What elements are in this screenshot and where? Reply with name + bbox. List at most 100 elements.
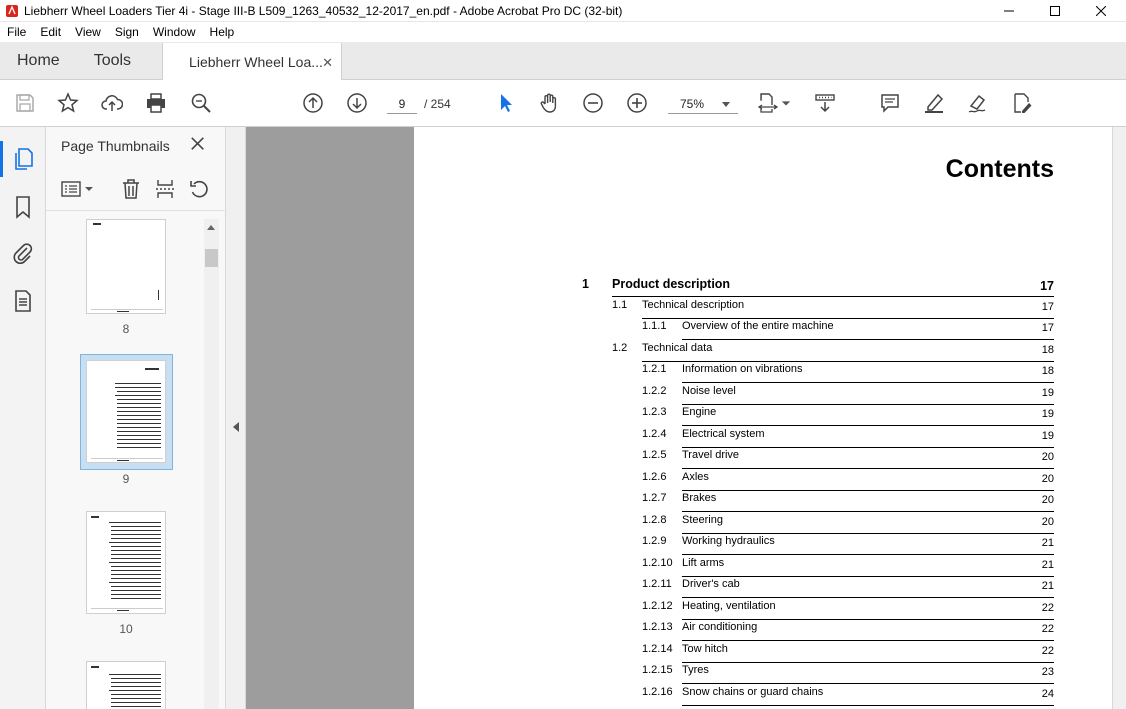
document-properties-toggle[interactable] — [11, 289, 35, 313]
next-page-button[interactable] — [345, 91, 369, 115]
save-button[interactable] — [13, 91, 37, 115]
split-pages-button[interactable] — [154, 178, 176, 200]
toc-entry-rule — [682, 468, 1054, 469]
trash-icon — [123, 179, 139, 199]
close-panel-button[interactable] — [190, 136, 208, 154]
menu-edit[interactable]: Edit — [33, 25, 68, 39]
toc-entry-title: Tyres — [682, 664, 709, 676]
search-zoom-icon — [191, 93, 211, 113]
scrolling-mode-button[interactable] — [813, 91, 837, 115]
delete-pages-button[interactable] — [120, 178, 142, 200]
comment-button[interactable] — [878, 91, 902, 115]
thumbnail-page-10[interactable] — [86, 511, 166, 614]
toc-entry-number: 1.2.7 — [642, 492, 667, 504]
thumbnail-page-8[interactable] — [86, 219, 166, 314]
close-window-button[interactable] — [1078, 0, 1124, 22]
toc-entry[interactable]: 1.2.15 Tyres 23 — [414, 664, 1054, 684]
find-button[interactable] — [189, 91, 213, 115]
zoom-out-button[interactable] — [581, 91, 605, 115]
fill-sign-button[interactable] — [1010, 91, 1034, 115]
minimize-icon — [1004, 10, 1014, 12]
menu-file[interactable]: File — [0, 25, 33, 39]
thumbnail-options-button[interactable] — [60, 178, 94, 200]
toc-entry-number: 1 — [582, 277, 589, 291]
toc-entry[interactable]: 1.2.5 Travel drive 20 — [414, 449, 1054, 469]
bookmarks-toggle[interactable] — [11, 195, 35, 219]
document-lines-icon — [15, 290, 31, 312]
toc-entry[interactable]: 1.2.16 Snow chains or guard chains 24 — [414, 686, 1054, 706]
hand-icon — [540, 93, 557, 113]
hand-tool-button[interactable] — [537, 91, 561, 115]
toc-entry[interactable]: 1.2.4 Electrical system 19 — [414, 428, 1054, 448]
share-button[interactable] — [100, 91, 124, 115]
toc-entry[interactable]: 1.2.7 Brakes 20 — [414, 492, 1054, 512]
toc-entry[interactable]: 1.2.8 Steering 20 — [414, 514, 1054, 534]
toc-entry[interactable]: 1.2.13 Air conditioning 22 — [414, 621, 1054, 641]
scrollbar-thumb[interactable] — [205, 249, 218, 267]
scroll-up-icon[interactable] — [207, 225, 215, 230]
toc-entry-number: 1.1.1 — [642, 320, 667, 332]
toc-entry[interactable]: 1.2.11 Driver's cab 21 — [414, 578, 1054, 598]
toc-entry-rule — [682, 339, 1054, 340]
toc-entry[interactable]: 1.2.6 Axles 20 — [414, 471, 1054, 491]
close-tab-icon[interactable]: ✕ — [322, 55, 333, 71]
toc-entry[interactable]: 1.1 Technical description 17 — [414, 299, 1054, 319]
menu-window[interactable]: Window — [146, 25, 203, 39]
rotate-pages-button[interactable] — [188, 178, 210, 200]
page-number-input[interactable]: 9 — [387, 94, 417, 114]
toc-entry[interactable]: 1.1.1 Overview of the entire machine 17 — [414, 320, 1054, 340]
toc-entry-title: Travel drive — [682, 449, 740, 461]
toc-entry[interactable]: 1.2.1 Information on vibrations 18 — [414, 363, 1054, 383]
toc-entry[interactable]: 1.2.9 Working hydraulics 21 — [414, 535, 1054, 555]
maximize-button[interactable] — [1032, 0, 1078, 22]
zoom-level-select[interactable]: 75% — [668, 94, 738, 114]
toc-entry-title: Axles — [682, 470, 709, 483]
toc-entry[interactable]: 1.2.12 Heating, ventilation 22 — [414, 600, 1054, 620]
tab-document[interactable]: Liebherr Wheel Loa... ✕ — [162, 43, 343, 80]
page-thumbnails-panel: Page Thumbnails 8 9 10 — [46, 127, 226, 709]
toc-entry-number: 1.2.15 — [642, 664, 673, 676]
page-thumbnails-toggle[interactable] — [11, 147, 35, 171]
select-tool-button[interactable] — [494, 91, 518, 115]
document-scrollbar[interactable] — [1112, 127, 1126, 709]
zoom-in-button[interactable] — [625, 91, 649, 115]
page-thumbnails-icon — [15, 148, 33, 170]
page-fit-button[interactable] — [756, 91, 780, 115]
minimize-button[interactable] — [986, 0, 1032, 22]
toc-entry[interactable]: 1.2.3 Engine 19 — [414, 406, 1054, 426]
attachments-toggle[interactable] — [11, 241, 35, 265]
toc-entry[interactable]: 1 Product description 17 — [414, 277, 1054, 297]
highlight-button[interactable] — [922, 91, 946, 115]
toc-entry-rule — [682, 575, 1054, 577]
toc-entry-rule — [682, 425, 1054, 426]
bookmark-star-button[interactable] — [56, 91, 80, 115]
tab-home[interactable]: Home — [0, 42, 77, 79]
caret-down-icon — [781, 101, 791, 106]
collapse-panel-handle[interactable] — [226, 127, 246, 709]
thumbnail-page-11[interactable] — [86, 661, 166, 709]
menu-sign[interactable]: Sign — [108, 25, 146, 39]
toc-entry-title: Technical description — [642, 298, 745, 311]
print-button[interactable] — [144, 91, 168, 115]
thumbnail-label: 8 — [122, 322, 130, 336]
menu-help[interactable]: Help — [203, 25, 242, 39]
toc-entry-page: 23 — [1041, 666, 1054, 678]
toc-entry-rule — [642, 360, 1054, 362]
thumbnail-page-9[interactable] — [86, 360, 166, 463]
menu-view[interactable]: View — [68, 25, 108, 39]
thumbnail-scrollbar[interactable] — [204, 219, 219, 709]
document-viewer[interactable]: Contents 1 Product description 17 1.1 Techni… — [246, 127, 1126, 709]
toc-entry[interactable]: 1.2.10 Lift arms 21 — [414, 557, 1054, 577]
toc-entry-number: 1.2.1 — [642, 363, 667, 375]
toc-entry[interactable]: 1.2.14 Tow hitch 22 — [414, 643, 1054, 663]
toc-entry[interactable]: 1.2 Technical data 18 — [414, 342, 1054, 362]
page-fit-dropdown[interactable] — [780, 91, 792, 115]
window-title: Liebherr Wheel Loaders Tier 4i - Stage I… — [24, 3, 623, 18]
tab-tools[interactable]: Tools — [77, 42, 148, 79]
toc-entry-title: Heating, ventilation — [682, 599, 776, 612]
toc-entry-rule — [682, 382, 1054, 383]
fit-page-icon — [757, 93, 779, 113]
toc-entry[interactable]: 1.2.2 Noise level 19 — [414, 385, 1054, 405]
previous-page-button[interactable] — [301, 91, 325, 115]
draw-button[interactable] — [966, 91, 990, 115]
